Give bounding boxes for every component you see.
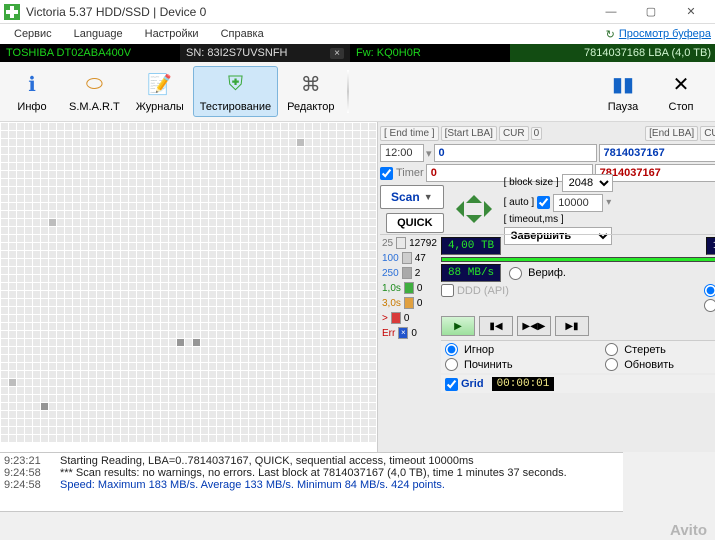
size-display: 4,00 TB	[441, 237, 501, 255]
device-lba: 7814037168 LBA (4,0 TB)	[510, 44, 715, 62]
app-icon	[4, 4, 20, 20]
log-line: 9:23:21Starting Reading, LBA=0..78140371…	[4, 455, 619, 467]
device-serial: SN: 83I2S7UVSNFH×	[180, 44, 350, 62]
view-buffer-link[interactable]: Просмотр буфера	[619, 28, 711, 40]
info-icon: ℹ	[18, 71, 46, 99]
end-time-input[interactable]	[380, 144, 424, 162]
log-panel: 9:23:21Starting Reading, LBA=0..78140371…	[0, 452, 623, 512]
maximize-button[interactable]: ▢	[631, 0, 671, 24]
rewind-button[interactable]: ▮◀	[479, 316, 513, 336]
auto-label: [ auto ]	[504, 197, 535, 208]
progress-bar	[441, 257, 715, 262]
cur-badge[interactable]: CUR	[499, 126, 529, 141]
end-lba-header: [End LBA]	[645, 126, 698, 141]
menu-settings[interactable]: Настройки	[135, 26, 209, 42]
tab-info[interactable]: ℹ Инфо	[4, 66, 60, 117]
stop-icon: ✕	[667, 71, 695, 99]
start-lba-input[interactable]	[434, 144, 597, 162]
close-sn-icon[interactable]: ×	[330, 48, 344, 59]
blocksize-select[interactable]: 2048	[562, 174, 613, 192]
log-line: 9:24:58*** Scan results: no warnings, no…	[4, 467, 619, 479]
tab-journals[interactable]: 📝 Журналы	[129, 66, 191, 117]
end-time-header: [ End time ]	[380, 126, 439, 141]
nav-down-icon[interactable]	[466, 215, 482, 231]
pause-icon: ▮▮	[609, 71, 637, 99]
end-lba-input[interactable]	[599, 144, 715, 162]
minimize-button[interactable]: —	[591, 0, 631, 24]
erase-radio[interactable]: Стереть	[605, 343, 715, 356]
forward-button[interactable]: ▶▮	[555, 316, 589, 336]
main-toolbar: ℹ Инфо ⬭ S.M.A.R.T 📝 Журналы ⛨ Тестирова…	[0, 62, 715, 122]
cur-badge-2[interactable]: CUR	[700, 126, 715, 141]
pause-button[interactable]: ▮▮ Пауза	[595, 66, 651, 117]
menubar: Сервис Language Настройки Справка ↻ Прос…	[0, 24, 715, 44]
log-line: 9:24:58Speed: Maximum 183 MB/s. Average …	[4, 479, 619, 491]
quick-button[interactable]: QUICK	[386, 213, 444, 233]
journal-icon: 📝	[146, 71, 174, 99]
nav-up-icon[interactable]	[466, 187, 482, 203]
write-radio[interactable]: Запись	[704, 299, 715, 312]
ignore-radio[interactable]: Игнор	[445, 343, 595, 356]
device-info-strip: TOSHIBA DT02ABA400V SN: 83I2S7UVSNFH× Fw…	[0, 44, 715, 62]
play-button[interactable]: ▶	[441, 316, 475, 336]
tab-testing[interactable]: ⛨ Тестирование	[193, 66, 278, 117]
menu-help[interactable]: Справка	[211, 26, 274, 42]
editor-icon: ⌘	[297, 71, 325, 99]
titlebar: Victoria 5.37 HDD/SSD | Device 0 — ▢ ✕	[0, 0, 715, 24]
start-lba-header: [Start LBA]	[441, 126, 497, 141]
tab-editor[interactable]: ⌘ Редактор	[280, 66, 341, 117]
close-button[interactable]: ✕	[671, 0, 711, 24]
repair-radio[interactable]: Починить	[445, 358, 595, 371]
timer-end-input[interactable]	[595, 164, 715, 182]
percent-display: 100 %	[706, 237, 715, 255]
speed-display: 88 MB/s	[441, 264, 501, 282]
timer-checkbox[interactable]: Timer	[380, 167, 424, 180]
scan-panel: [ End time ] [Start LBA] CUR 0 [End LBA]…	[378, 122, 715, 452]
nav-right-icon[interactable]	[484, 201, 500, 217]
auto-checkbox[interactable]	[537, 196, 550, 209]
nav-left-icon[interactable]	[448, 201, 464, 217]
window-title: Victoria 5.37 HDD/SSD | Device 0	[26, 5, 591, 19]
watermark: Avito	[670, 522, 707, 539]
auto-value-input[interactable]	[553, 194, 603, 212]
device-model: TOSHIBA DT02ABA400V	[0, 44, 180, 62]
device-firmware: Fw: KQ0H0R	[350, 44, 510, 62]
refresh-icon: ↻	[606, 28, 615, 41]
stop-button[interactable]: ✕ Стоп	[653, 66, 709, 117]
refresh-radio[interactable]: Обновить	[605, 358, 715, 371]
menu-service[interactable]: Сервис	[4, 26, 62, 42]
smart-icon: ⬭	[80, 71, 108, 99]
elapsed-timer: 00:00:01	[492, 377, 555, 391]
chevron-down-icon: ▼	[424, 192, 433, 202]
block-legend: 2512792 10047 2502 1,0s0 3,0s0 >0 Err×0	[382, 237, 437, 393]
blocksize-label: [ block size ]	[504, 177, 559, 188]
timeout-label: [ timeout,ms ]	[504, 214, 564, 225]
ddd-checkbox[interactable]: DDD (API)	[441, 284, 509, 297]
surface-map	[0, 122, 378, 452]
grid-checkbox[interactable]: Grid	[445, 378, 484, 391]
tab-smart[interactable]: ⬭ S.M.A.R.T	[62, 66, 127, 117]
step-button[interactable]: ▶◀▶	[517, 316, 551, 336]
verify-radio[interactable]: Вериф.	[509, 267, 566, 280]
nav-pad[interactable]	[448, 187, 500, 231]
scan-button[interactable]: Scan ▼	[380, 185, 444, 209]
menu-language[interactable]: Language	[64, 26, 133, 42]
test-icon: ⛨	[221, 71, 249, 99]
play-icon: ▶	[454, 321, 462, 332]
read-radio[interactable]: Чтение	[704, 284, 715, 297]
